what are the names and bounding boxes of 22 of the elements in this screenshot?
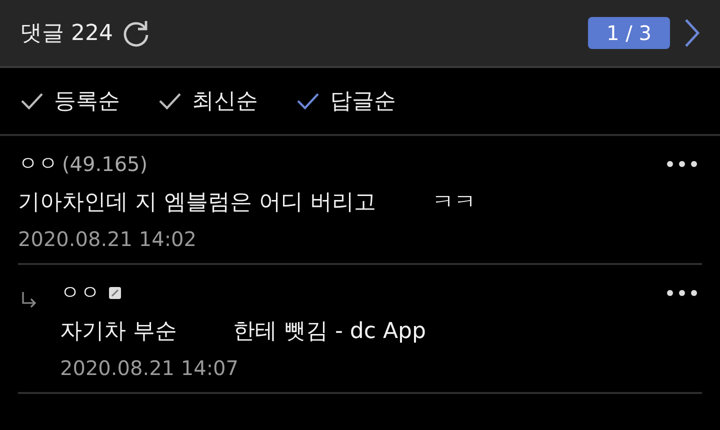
comment-author: ㅇㅇ [18,150,58,177]
comment-count-title: 댓글 224 [20,20,113,48]
author-ip: (49.165) [62,152,148,176]
chevron-right-icon[interactable] [684,18,700,48]
comment-date: 2020.08.21 14:02 [18,227,198,251]
check-icon [20,91,44,111]
comment-text: 기아차인데 지 엠블럼은 어디 버리고 [18,189,376,217]
reply-arrow-icon [20,291,38,309]
comment-text: 자기차 부순 [60,318,177,346]
more-options-icon[interactable] [666,160,698,168]
page-indicator[interactable]: 1 / 3 [588,17,670,49]
sort-option[interactable]: 최신순 [158,86,258,116]
comment-date: 2020.08.21 14:07 [60,356,240,380]
check-icon [296,91,320,111]
comment-author: ㅇㅇ [60,279,100,306]
app-badge-icon [108,286,122,300]
sort-option[interactable]: 답글순 [296,86,396,116]
more-options-icon[interactable] [666,289,698,297]
comment-text: ㅋㅋ [432,189,476,217]
comment-text: 한테 뺏김 - dc App [233,318,426,346]
check-icon [158,91,182,111]
sort-option[interactable]: 등록순 [20,86,120,116]
